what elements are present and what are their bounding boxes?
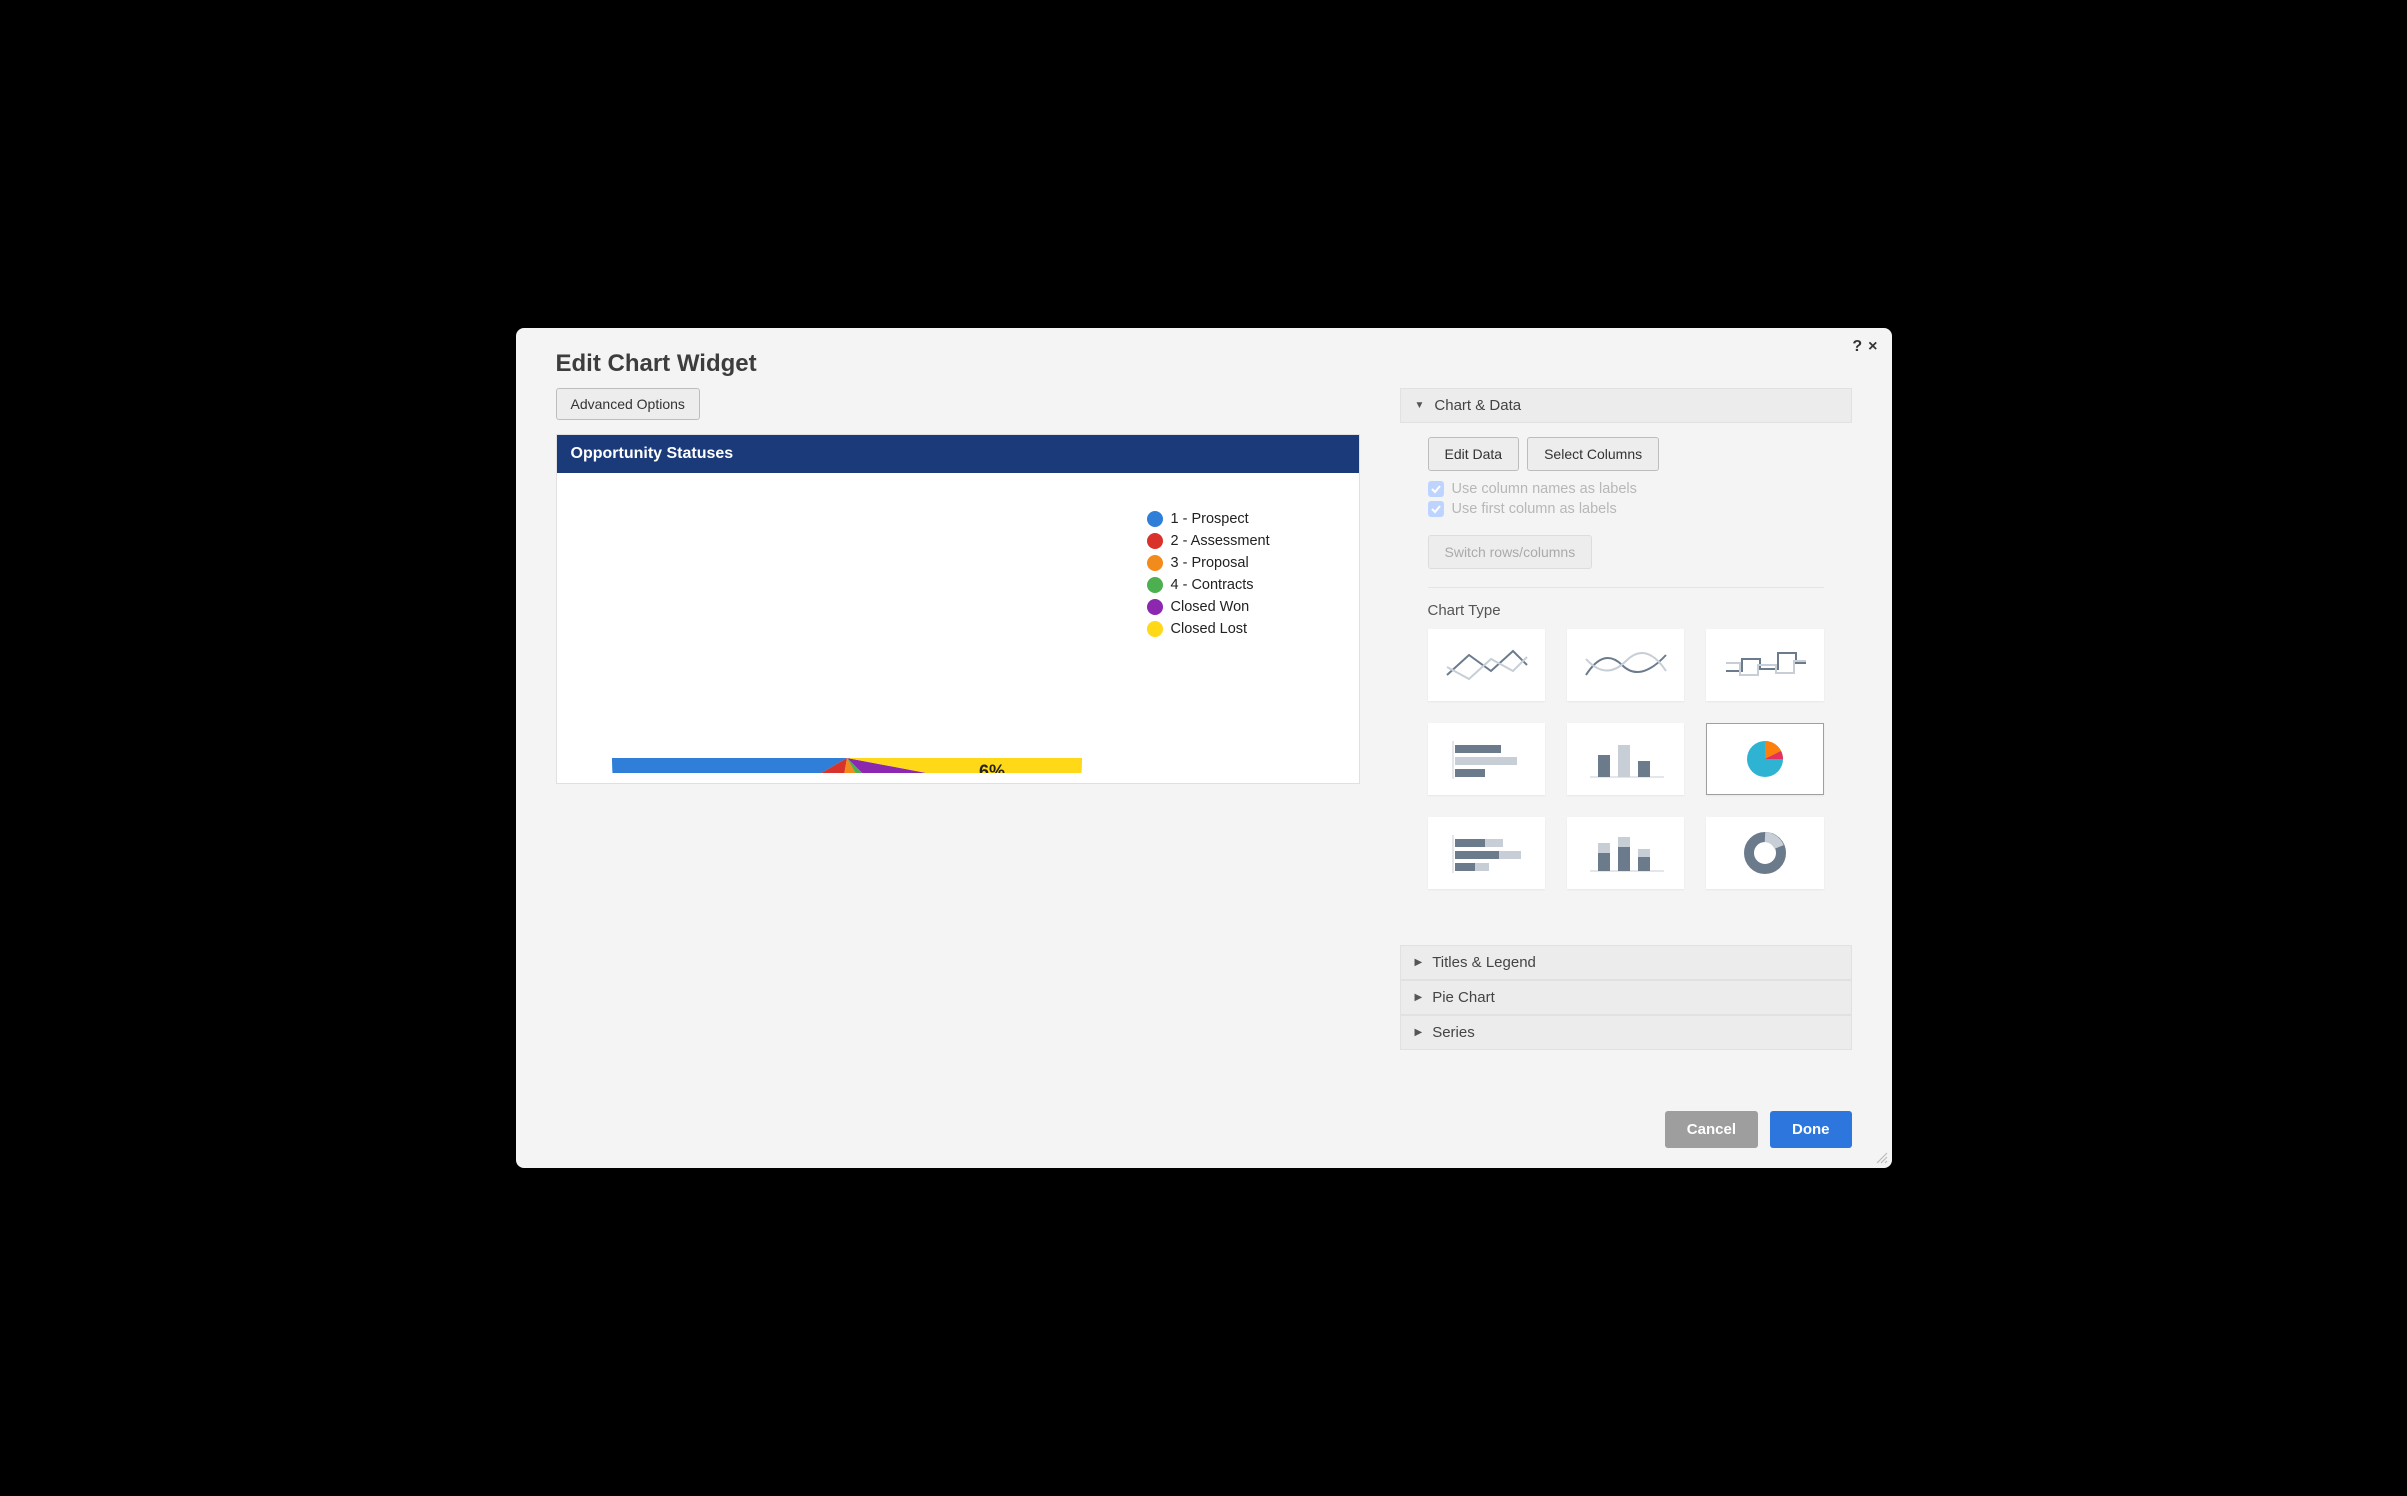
checkbox-label: Use first column as labels bbox=[1452, 501, 1617, 517]
chevron-right-icon: ▶ bbox=[1415, 992, 1423, 1003]
legend-item[interactable]: 2 - Assessment bbox=[1147, 533, 1270, 549]
legend-dot-icon bbox=[1147, 511, 1163, 527]
modal-body: Advanced Options Opportunity Statuses 17… bbox=[516, 388, 1892, 1097]
legend-label: 1 - Prospect bbox=[1171, 511, 1249, 527]
select-columns-button[interactable]: Select Columns bbox=[1527, 437, 1659, 471]
checkbox-icon bbox=[1428, 481, 1444, 497]
chart-type-spline[interactable] bbox=[1567, 629, 1684, 701]
half-pie-chart: 17%28%22%9%19%6% bbox=[577, 493, 1117, 773]
advanced-options-button[interactable]: Advanced Options bbox=[556, 388, 700, 420]
legend-label: 3 - Proposal bbox=[1171, 555, 1249, 571]
close-icon[interactable]: × bbox=[1868, 338, 1877, 356]
legend-item[interactable]: Closed Lost bbox=[1147, 621, 1270, 637]
chart-type-bar-v[interactable] bbox=[1567, 723, 1684, 795]
section-chart-and-data[interactable]: ▼ Chart & Data bbox=[1400, 388, 1852, 423]
chart-card-title: Opportunity Statuses bbox=[557, 435, 1359, 473]
chevron-right-icon: ▶ bbox=[1415, 1027, 1423, 1038]
chart-type-donut[interactable] bbox=[1706, 817, 1823, 889]
checkbox-use-first-column[interactable]: Use first column as labels bbox=[1428, 501, 1824, 517]
help-icon[interactable]: ? bbox=[1852, 338, 1862, 356]
chart-preview-column: Advanced Options Opportunity Statuses 17… bbox=[556, 388, 1360, 1097]
done-button[interactable]: Done bbox=[1770, 1111, 1852, 1148]
legend-label: Closed Lost bbox=[1171, 621, 1248, 637]
chart-type-line[interactable] bbox=[1428, 629, 1545, 701]
legend-label: 4 - Contracts bbox=[1171, 577, 1254, 593]
modal-footer: Cancel Done bbox=[516, 1097, 1892, 1168]
slice-label: 6% bbox=[979, 762, 1005, 773]
resize-grip-icon[interactable] bbox=[1874, 1150, 1888, 1164]
chart-type-bar-h[interactable] bbox=[1428, 723, 1545, 795]
section-titles-legend[interactable]: ▶ Titles & Legend bbox=[1400, 945, 1852, 980]
chart-type-label: Chart Type bbox=[1428, 602, 1824, 619]
legend-item[interactable]: Closed Won bbox=[1147, 599, 1270, 615]
chart-type-step-line[interactable] bbox=[1706, 629, 1823, 701]
settings-column: ▼ Chart & Data Edit Data Select Columns … bbox=[1400, 388, 1852, 1097]
legend-dot-icon bbox=[1147, 533, 1163, 549]
section-pie-chart[interactable]: ▶ Pie Chart bbox=[1400, 980, 1852, 1015]
modal-header: Edit Chart Widget bbox=[516, 328, 1892, 388]
legend-label: 2 - Assessment bbox=[1171, 533, 1270, 549]
section-label: Titles & Legend bbox=[1432, 954, 1536, 971]
chart-card: Opportunity Statuses 17%28%22%9%19%6% 1 … bbox=[556, 434, 1360, 784]
chart-type-grid bbox=[1428, 629, 1824, 889]
edit-chart-widget-modal: ? × Edit Chart Widget Advanced Options O… bbox=[516, 328, 1892, 1168]
pie-slice[interactable] bbox=[612, 758, 847, 773]
legend-dot-icon bbox=[1147, 621, 1163, 637]
edit-data-button[interactable]: Edit Data bbox=[1428, 437, 1520, 471]
chart-type-bar-h-stack[interactable] bbox=[1428, 817, 1545, 889]
chart-legend: 1 - Prospect 2 - Assessment 3 - Proposal 4 … bbox=[1147, 493, 1270, 773]
legend-item[interactable]: 4 - Contracts bbox=[1147, 577, 1270, 593]
chart-and-data-panel: Edit Data Select Columns Use column name… bbox=[1400, 423, 1852, 909]
legend-dot-icon bbox=[1147, 555, 1163, 571]
chart-type-bar-v-stack[interactable] bbox=[1567, 817, 1684, 889]
chart-area: 17%28%22%9%19%6% 1 - Prospect 2 - Assessm… bbox=[557, 473, 1359, 783]
section-series[interactable]: ▶ Series bbox=[1400, 1015, 1852, 1050]
modal-title: Edit Chart Widget bbox=[556, 350, 757, 378]
chevron-right-icon: ▶ bbox=[1415, 957, 1423, 968]
legend-dot-icon bbox=[1147, 577, 1163, 593]
chart-type-pie[interactable] bbox=[1706, 723, 1823, 795]
window-controls: ? × bbox=[1852, 338, 1877, 356]
switch-rows-columns-button: Switch rows/columns bbox=[1428, 535, 1593, 569]
legend-item[interactable]: 3 - Proposal bbox=[1147, 555, 1270, 571]
checkbox-icon bbox=[1428, 501, 1444, 517]
legend-item[interactable]: 1 - Prospect bbox=[1147, 511, 1270, 527]
section-label: Pie Chart bbox=[1432, 989, 1495, 1006]
chevron-down-icon: ▼ bbox=[1415, 400, 1425, 411]
section-label: Chart & Data bbox=[1434, 397, 1521, 414]
checkbox-label: Use column names as labels bbox=[1452, 481, 1637, 497]
legend-dot-icon bbox=[1147, 599, 1163, 615]
legend-label: Closed Won bbox=[1171, 599, 1250, 615]
checkbox-use-column-names[interactable]: Use column names as labels bbox=[1428, 481, 1824, 497]
section-label: Series bbox=[1432, 1024, 1475, 1041]
cancel-button[interactable]: Cancel bbox=[1665, 1111, 1758, 1148]
